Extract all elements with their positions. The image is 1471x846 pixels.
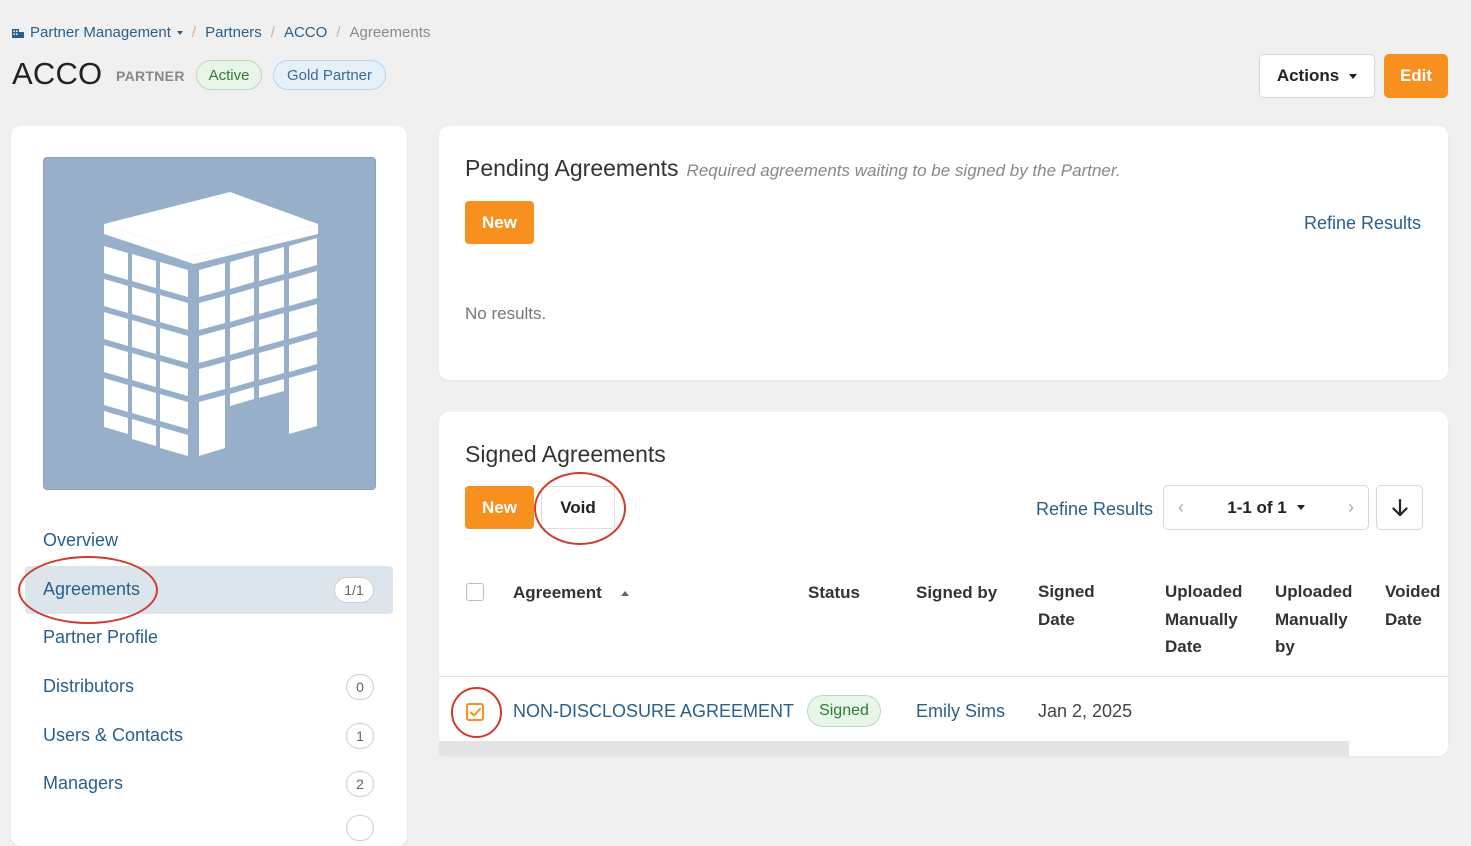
- column-header-voided-date[interactable]: Voided Date: [1385, 578, 1440, 633]
- sidebar-item-distributors[interactable]: Distributors: [43, 676, 134, 697]
- tier-badge: Gold Partner: [273, 60, 386, 90]
- signed-refine-results-link[interactable]: Refine Results: [1036, 499, 1153, 520]
- chevron-down-icon: [1349, 73, 1358, 79]
- users-count-badge: 1: [346, 723, 374, 749]
- annotation-circle-agreements: [18, 556, 158, 624]
- header-line: Manually: [1275, 609, 1348, 629]
- breadcrumb-module: Partner Management: [30, 24, 171, 41]
- actions-label: Actions: [1276, 66, 1340, 85]
- row-signed-by[interactable]: Emily Sims: [916, 701, 1005, 722]
- pending-subtitle: Required agreements waiting to be signed…: [686, 161, 1121, 180]
- breadcrumb-separator: /: [336, 24, 341, 41]
- sidebar-item-users-contacts[interactable]: Users & Contacts: [43, 725, 183, 746]
- pending-title: Pending Agreements: [465, 155, 679, 181]
- header-line: Signed: [1038, 582, 1095, 601]
- column-header-uploaded-by[interactable]: Uploaded Manually by: [1275, 578, 1352, 661]
- download-button[interactable]: [1376, 485, 1423, 530]
- horizontal-scrollbar[interactable]: [439, 741, 1349, 756]
- breadcrumb-partner[interactable]: ACCO: [284, 24, 327, 41]
- breadcrumb-separator: /: [191, 24, 197, 41]
- agreement-link[interactable]: NON-DISCLOSURE AGREEMENT: [513, 701, 794, 722]
- distributors-count-badge: 0: [346, 674, 374, 700]
- sidebar-item-partner-profile[interactable]: Partner Profile: [43, 627, 158, 648]
- breadcrumb: Partner Management / Partners / ACCO / A…: [12, 24, 430, 41]
- column-header-status[interactable]: Status: [808, 579, 860, 607]
- select-all-checkbox[interactable]: [466, 583, 484, 601]
- header-line: by: [1275, 637, 1295, 656]
- column-agreement-label: Agreement: [513, 583, 602, 602]
- page-title: ACCO: [12, 56, 103, 91]
- managers-count-badge: 2: [346, 771, 374, 797]
- sidebar-item-overview[interactable]: Overview: [43, 530, 118, 551]
- agreements-count-badge: 1/1: [334, 577, 374, 603]
- signed-title: Signed Agreements: [465, 441, 666, 467]
- breadcrumb-separator: /: [270, 24, 275, 41]
- chevron-right-icon[interactable]: ›: [1348, 497, 1354, 518]
- partner-management-menu[interactable]: Partner Management: [12, 24, 183, 41]
- header-line: Date: [1165, 637, 1202, 656]
- column-header-agreement[interactable]: Agreement: [513, 579, 630, 607]
- breadcrumb-current: Agreements: [349, 24, 431, 41]
- row-status-badge: Signed: [807, 695, 881, 727]
- header-line: Date: [1038, 609, 1075, 629]
- row-signed-date: Jan 2, 2025: [1038, 701, 1133, 721]
- building-small-icon: [12, 28, 24, 38]
- entity-type-label: PARTNER: [116, 68, 185, 84]
- pending-new-button[interactable]: New: [465, 201, 534, 244]
- partner-logo: [43, 157, 376, 490]
- sort-asc-icon: [620, 590, 629, 596]
- header-line: Manually: [1165, 609, 1238, 629]
- pagination-control: ‹ 1-1 of 1 ›: [1163, 485, 1369, 530]
- edit-button[interactable]: Edit: [1384, 54, 1448, 98]
- table-divider: [439, 676, 1448, 677]
- building-icon: [104, 192, 318, 456]
- arrow-down-icon: [1391, 498, 1408, 516]
- chevron-down-icon: [176, 30, 183, 35]
- pager-range-text: 1-1 of 1: [1227, 497, 1287, 517]
- header-line: Voided: [1385, 582, 1441, 601]
- column-header-signed-date[interactable]: Signed Date: [1038, 578, 1095, 633]
- pending-header: Pending Agreements Required agreements wa…: [465, 155, 1121, 182]
- annotation-circle-checkbox: [451, 687, 502, 738]
- annotation-circle-void: [534, 472, 626, 545]
- next-count-badge: [346, 815, 374, 841]
- pending-empty-text: No results.: [465, 304, 547, 323]
- pager-range-select[interactable]: 1-1 of 1: [1227, 498, 1305, 518]
- pending-refine-results-link[interactable]: Refine Results: [1304, 213, 1421, 234]
- column-header-signed-by[interactable]: Signed by: [916, 579, 997, 607]
- header-line: Uploaded: [1275, 582, 1353, 601]
- status-badge: Active: [196, 60, 262, 90]
- column-header-uploaded-date[interactable]: Uploaded Manually Date: [1165, 578, 1242, 661]
- actions-button[interactable]: Actions: [1259, 54, 1375, 98]
- header-line: Uploaded: [1165, 582, 1243, 601]
- signed-new-button[interactable]: New: [465, 486, 534, 529]
- breadcrumb-partners[interactable]: Partners: [205, 24, 262, 41]
- sidebar-item-managers[interactable]: Managers: [43, 773, 123, 794]
- chevron-down-icon: [1296, 505, 1305, 510]
- chevron-left-icon[interactable]: ‹: [1178, 497, 1184, 518]
- header-line: Date: [1385, 609, 1422, 629]
